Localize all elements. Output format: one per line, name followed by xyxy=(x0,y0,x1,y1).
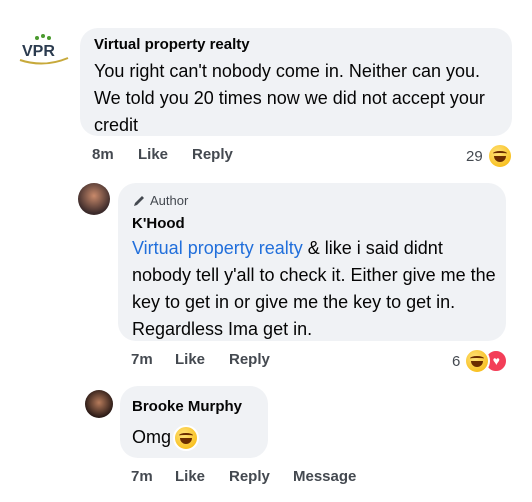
laugh-emoji-icon xyxy=(173,424,200,451)
reply-meta: 7m Like Reply Message xyxy=(131,468,431,488)
message-button[interactable]: Message xyxy=(293,468,356,485)
vpr-avatar[interactable]: VPR xyxy=(16,30,72,70)
comment-author[interactable]: Virtual property realty xyxy=(94,36,250,54)
reaction-count: 29 xyxy=(466,147,483,165)
reply-bubble: Author K'Hood Virtual property realty & … xyxy=(118,183,506,341)
like-button[interactable]: Like xyxy=(175,468,205,485)
reply-time[interactable]: 7m xyxy=(131,351,153,368)
reply-button[interactable]: Reply xyxy=(192,146,233,163)
reply-meta: 7m Like Reply xyxy=(131,351,491,371)
reply-bubble: Brooke Murphy Omg xyxy=(120,386,268,458)
mention-link[interactable]: Virtual property realty xyxy=(132,238,303,258)
comment-meta: 8m Like Reply xyxy=(92,146,512,166)
khood-avatar[interactable] xyxy=(78,183,110,215)
like-button[interactable]: Like xyxy=(175,351,205,368)
author-badge: Author xyxy=(132,193,188,208)
vpr-logo: VPR xyxy=(19,34,69,65)
reply-time[interactable]: 7m xyxy=(131,468,153,485)
laugh-reaction-icon xyxy=(486,143,513,169)
reaction-count: 6 xyxy=(452,352,461,370)
comment-time[interactable]: 8m xyxy=(92,146,114,163)
reply-text: Omg xyxy=(132,424,200,451)
comment-bubble: Virtual property realty You right can't … xyxy=(80,28,512,136)
reaction-summary[interactable]: 29 xyxy=(466,143,513,169)
reply-button[interactable]: Reply xyxy=(229,351,270,368)
reply-button[interactable]: Reply xyxy=(229,468,270,485)
laugh-reaction-icon xyxy=(464,348,491,374)
svg-text:VPR: VPR xyxy=(22,43,55,60)
comment-text: You right can't nobody come in. Neither … xyxy=(94,61,485,135)
reply-author[interactable]: Brooke Murphy xyxy=(132,398,242,416)
reply-author[interactable]: K'Hood xyxy=(132,215,185,233)
reply-text: Virtual property realty & like i said di… xyxy=(132,238,496,339)
brooke-avatar[interactable] xyxy=(85,390,113,418)
like-button[interactable]: Like xyxy=(138,146,168,163)
reaction-summary[interactable]: 6 ♥ xyxy=(452,348,509,374)
pencil-icon xyxy=(134,195,144,206)
